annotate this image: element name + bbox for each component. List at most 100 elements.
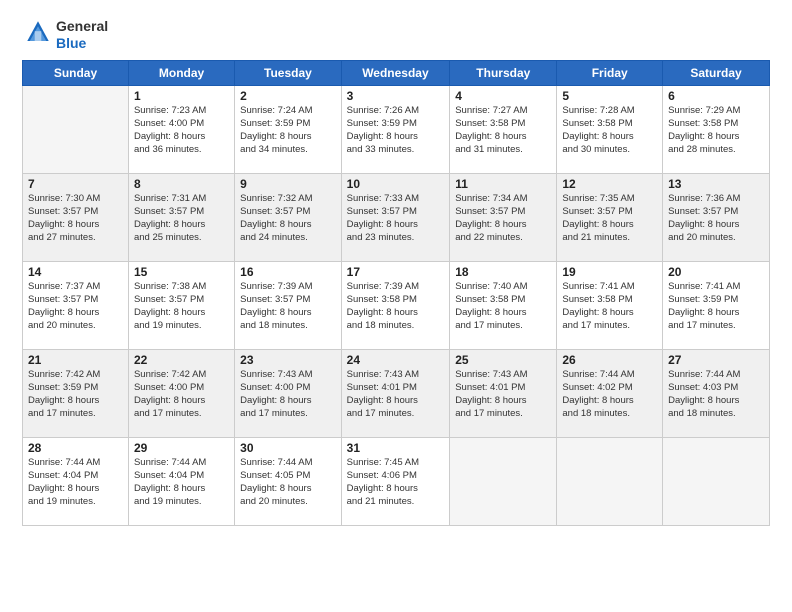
weekday-wednesday: Wednesday — [341, 60, 450, 85]
day-info: Sunrise: 7:41 AM Sunset: 3:59 PM Dayligh… — [668, 280, 764, 333]
day-cell: 27Sunrise: 7:44 AM Sunset: 4:03 PM Dayli… — [663, 349, 770, 437]
day-info: Sunrise: 7:28 AM Sunset: 3:58 PM Dayligh… — [562, 104, 657, 157]
day-number: 3 — [347, 89, 445, 103]
weekday-saturday: Saturday — [663, 60, 770, 85]
logo-blue: Blue — [56, 35, 108, 52]
weekday-friday: Friday — [557, 60, 663, 85]
day-number: 2 — [240, 89, 335, 103]
day-info: Sunrise: 7:30 AM Sunset: 3:57 PM Dayligh… — [28, 192, 123, 245]
weekday-monday: Monday — [128, 60, 234, 85]
day-info: Sunrise: 7:26 AM Sunset: 3:59 PM Dayligh… — [347, 104, 445, 157]
day-cell: 3Sunrise: 7:26 AM Sunset: 3:59 PM Daylig… — [341, 85, 450, 173]
day-number: 27 — [668, 353, 764, 367]
day-info: Sunrise: 7:32 AM Sunset: 3:57 PM Dayligh… — [240, 192, 335, 245]
day-info: Sunrise: 7:43 AM Sunset: 4:01 PM Dayligh… — [455, 368, 551, 421]
day-cell — [663, 437, 770, 525]
day-number: 9 — [240, 177, 335, 191]
day-number: 8 — [134, 177, 229, 191]
day-info: Sunrise: 7:23 AM Sunset: 4:00 PM Dayligh… — [134, 104, 229, 157]
day-cell: 8Sunrise: 7:31 AM Sunset: 3:57 PM Daylig… — [128, 173, 234, 261]
day-cell: 11Sunrise: 7:34 AM Sunset: 3:57 PM Dayli… — [450, 173, 557, 261]
day-cell: 21Sunrise: 7:42 AM Sunset: 3:59 PM Dayli… — [23, 349, 129, 437]
day-cell: 31Sunrise: 7:45 AM Sunset: 4:06 PM Dayli… — [341, 437, 450, 525]
day-info: Sunrise: 7:37 AM Sunset: 3:57 PM Dayligh… — [28, 280, 123, 333]
day-number: 23 — [240, 353, 335, 367]
day-cell: 9Sunrise: 7:32 AM Sunset: 3:57 PM Daylig… — [235, 173, 341, 261]
day-info: Sunrise: 7:34 AM Sunset: 3:57 PM Dayligh… — [455, 192, 551, 245]
day-info: Sunrise: 7:43 AM Sunset: 4:01 PM Dayligh… — [347, 368, 445, 421]
day-info: Sunrise: 7:45 AM Sunset: 4:06 PM Dayligh… — [347, 456, 445, 509]
day-number: 15 — [134, 265, 229, 279]
day-info: Sunrise: 7:27 AM Sunset: 3:58 PM Dayligh… — [455, 104, 551, 157]
day-info: Sunrise: 7:31 AM Sunset: 3:57 PM Dayligh… — [134, 192, 229, 245]
day-info: Sunrise: 7:24 AM Sunset: 3:59 PM Dayligh… — [240, 104, 335, 157]
day-number: 1 — [134, 89, 229, 103]
day-number: 30 — [240, 441, 335, 455]
day-info: Sunrise: 7:44 AM Sunset: 4:02 PM Dayligh… — [562, 368, 657, 421]
day-number: 25 — [455, 353, 551, 367]
day-number: 5 — [562, 89, 657, 103]
logo-icon — [24, 18, 52, 46]
day-cell: 20Sunrise: 7:41 AM Sunset: 3:59 PM Dayli… — [663, 261, 770, 349]
day-cell: 17Sunrise: 7:39 AM Sunset: 3:58 PM Dayli… — [341, 261, 450, 349]
day-cell: 28Sunrise: 7:44 AM Sunset: 4:04 PM Dayli… — [23, 437, 129, 525]
page: General Blue SundayMondayTuesdayWednesda… — [0, 0, 792, 612]
day-number: 29 — [134, 441, 229, 455]
day-cell: 14Sunrise: 7:37 AM Sunset: 3:57 PM Dayli… — [23, 261, 129, 349]
day-cell: 16Sunrise: 7:39 AM Sunset: 3:57 PM Dayli… — [235, 261, 341, 349]
day-number: 19 — [562, 265, 657, 279]
day-cell: 5Sunrise: 7:28 AM Sunset: 3:58 PM Daylig… — [557, 85, 663, 173]
day-info: Sunrise: 7:38 AM Sunset: 3:57 PM Dayligh… — [134, 280, 229, 333]
week-row-5: 28Sunrise: 7:44 AM Sunset: 4:04 PM Dayli… — [23, 437, 770, 525]
day-cell: 6Sunrise: 7:29 AM Sunset: 3:58 PM Daylig… — [663, 85, 770, 173]
weekday-header-row: SundayMondayTuesdayWednesdayThursdayFrid… — [23, 60, 770, 85]
day-cell: 18Sunrise: 7:40 AM Sunset: 3:58 PM Dayli… — [450, 261, 557, 349]
day-info: Sunrise: 7:39 AM Sunset: 3:57 PM Dayligh… — [240, 280, 335, 333]
day-cell: 7Sunrise: 7:30 AM Sunset: 3:57 PM Daylig… — [23, 173, 129, 261]
day-number: 21 — [28, 353, 123, 367]
day-number: 28 — [28, 441, 123, 455]
day-info: Sunrise: 7:44 AM Sunset: 4:04 PM Dayligh… — [134, 456, 229, 509]
day-number: 31 — [347, 441, 445, 455]
day-number: 6 — [668, 89, 764, 103]
day-info: Sunrise: 7:44 AM Sunset: 4:04 PM Dayligh… — [28, 456, 123, 509]
logo-general: General — [56, 18, 108, 35]
day-number: 17 — [347, 265, 445, 279]
day-number: 20 — [668, 265, 764, 279]
day-cell: 12Sunrise: 7:35 AM Sunset: 3:57 PM Dayli… — [557, 173, 663, 261]
weekday-thursday: Thursday — [450, 60, 557, 85]
day-cell: 23Sunrise: 7:43 AM Sunset: 4:00 PM Dayli… — [235, 349, 341, 437]
day-number: 4 — [455, 89, 551, 103]
day-number: 11 — [455, 177, 551, 191]
day-info: Sunrise: 7:41 AM Sunset: 3:58 PM Dayligh… — [562, 280, 657, 333]
day-info: Sunrise: 7:29 AM Sunset: 3:58 PM Dayligh… — [668, 104, 764, 157]
week-row-1: 1Sunrise: 7:23 AM Sunset: 4:00 PM Daylig… — [23, 85, 770, 173]
day-info: Sunrise: 7:43 AM Sunset: 4:00 PM Dayligh… — [240, 368, 335, 421]
day-info: Sunrise: 7:42 AM Sunset: 4:00 PM Dayligh… — [134, 368, 229, 421]
calendar-table: SundayMondayTuesdayWednesdayThursdayFrid… — [22, 60, 770, 526]
day-cell — [557, 437, 663, 525]
day-number: 7 — [28, 177, 123, 191]
week-row-2: 7Sunrise: 7:30 AM Sunset: 3:57 PM Daylig… — [23, 173, 770, 261]
day-cell: 4Sunrise: 7:27 AM Sunset: 3:58 PM Daylig… — [450, 85, 557, 173]
day-number: 12 — [562, 177, 657, 191]
day-cell: 2Sunrise: 7:24 AM Sunset: 3:59 PM Daylig… — [235, 85, 341, 173]
day-cell: 15Sunrise: 7:38 AM Sunset: 3:57 PM Dayli… — [128, 261, 234, 349]
header: General Blue — [22, 18, 770, 52]
day-info: Sunrise: 7:36 AM Sunset: 3:57 PM Dayligh… — [668, 192, 764, 245]
day-info: Sunrise: 7:39 AM Sunset: 3:58 PM Dayligh… — [347, 280, 445, 333]
day-cell: 19Sunrise: 7:41 AM Sunset: 3:58 PM Dayli… — [557, 261, 663, 349]
day-number: 22 — [134, 353, 229, 367]
day-cell — [23, 85, 129, 173]
day-cell: 10Sunrise: 7:33 AM Sunset: 3:57 PM Dayli… — [341, 173, 450, 261]
day-number: 10 — [347, 177, 445, 191]
day-cell: 22Sunrise: 7:42 AM Sunset: 4:00 PM Dayli… — [128, 349, 234, 437]
day-cell: 24Sunrise: 7:43 AM Sunset: 4:01 PM Dayli… — [341, 349, 450, 437]
day-number: 14 — [28, 265, 123, 279]
day-cell: 25Sunrise: 7:43 AM Sunset: 4:01 PM Dayli… — [450, 349, 557, 437]
day-info: Sunrise: 7:40 AM Sunset: 3:58 PM Dayligh… — [455, 280, 551, 333]
day-number: 18 — [455, 265, 551, 279]
day-number: 13 — [668, 177, 764, 191]
day-cell: 26Sunrise: 7:44 AM Sunset: 4:02 PM Dayli… — [557, 349, 663, 437]
weekday-sunday: Sunday — [23, 60, 129, 85]
